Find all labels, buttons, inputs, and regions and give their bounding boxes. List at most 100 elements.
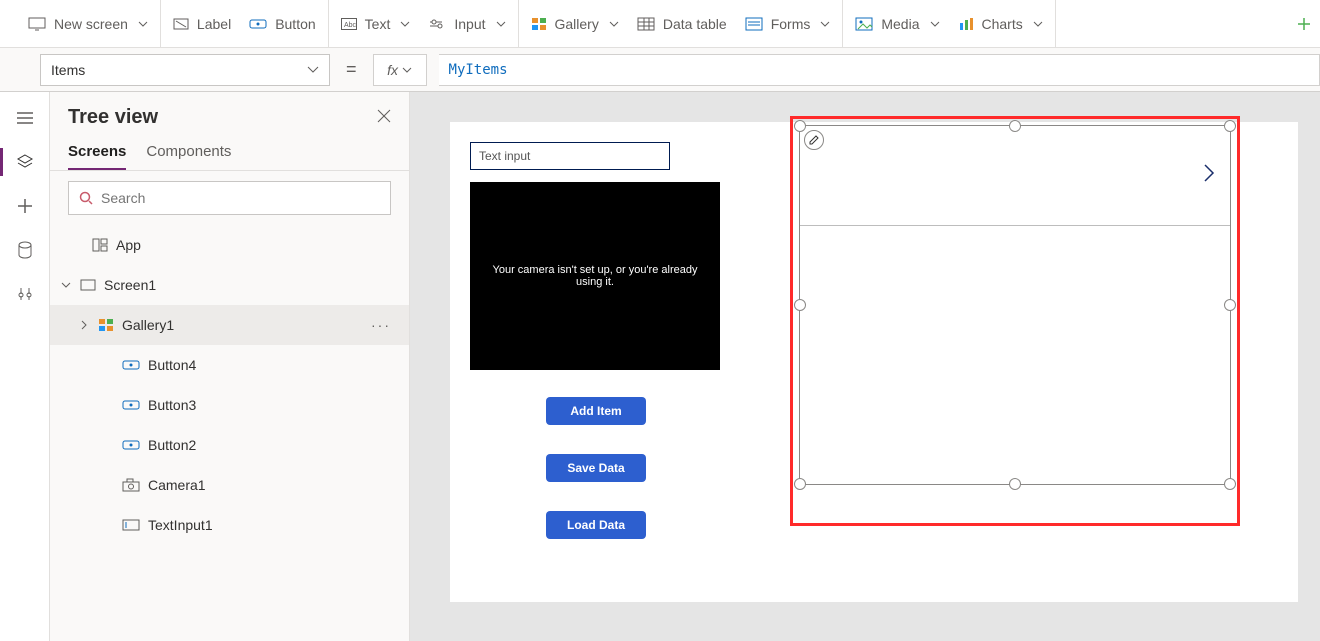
left-rail [0,92,50,641]
chevron-down-icon [307,66,319,74]
chevron-down-icon [609,21,619,27]
chevron-down-icon [60,279,72,291]
insert-media-label: Media [881,16,919,32]
tab-components-label: Components [146,143,231,160]
gallery-icon [98,318,114,332]
table-icon [637,17,655,31]
charts-icon [958,17,974,31]
rail-data-button[interactable] [5,230,45,270]
canvas-button-add-item[interactable]: Add Item [546,397,646,425]
new-screen-menu[interactable]: New screen [28,16,148,32]
insert-media-menu[interactable]: Media [855,16,939,32]
equals-sign: = [342,59,361,80]
hamburger-icon [16,111,34,125]
button-icon [122,359,140,371]
resize-handle-bm[interactable] [1009,478,1021,490]
canvas-gallery1[interactable] [799,125,1231,485]
fx-icon: fx [387,62,398,78]
chevron-down-icon [138,21,148,27]
formula-bar: Items = fx [0,48,1320,92]
gallery-template-item[interactable] [800,126,1230,226]
plus-icon [17,198,33,214]
resize-handle-ml[interactable] [794,299,806,311]
tree-node-button4-label: Button4 [148,357,196,373]
chevron-down-icon [820,21,830,27]
tree-node-button2[interactable]: Button2 [50,425,409,465]
forms-icon [745,17,763,31]
tree-node-button4[interactable]: Button4 [50,345,409,385]
property-select[interactable]: Items [40,54,330,86]
textinput-icon [122,519,140,531]
insert-input-menu[interactable]: Input [428,16,505,32]
search-icon [79,191,93,205]
resize-handle-br[interactable] [1224,478,1236,490]
tree-close-button[interactable] [377,109,391,126]
rail-insert-button[interactable] [5,186,45,226]
button-icon [249,17,267,31]
resize-handle-mr[interactable] [1224,299,1236,311]
tree-node-camera1[interactable]: Camera1 [50,465,409,505]
tree-search-input[interactable] [101,190,380,206]
tab-components[interactable]: Components [146,137,231,170]
fx-button[interactable]: fx [373,54,427,86]
tree-node-gallery1[interactable]: Gallery1 ··· [50,305,409,345]
formula-input[interactable] [439,54,1320,86]
tree-view-title: Tree view [68,106,158,129]
canvas-area: Text input Your camera isn't set up, or … [410,92,1320,641]
rail-hamburger-button[interactable] [5,98,45,138]
insert-label-text: Label [197,16,231,32]
insert-gallery-label: Gallery [555,16,599,32]
resize-handle-tl[interactable] [794,120,806,132]
tab-screens[interactable]: Screens [68,137,126,170]
tree-node-button2-label: Button2 [148,437,196,453]
canvas-textinput1[interactable]: Text input [470,142,670,170]
chevron-right-icon [78,319,90,331]
chevron-down-icon [496,21,506,27]
text-icon: Abc [341,18,357,30]
canvas-button-save-data[interactable]: Save Data [546,454,646,482]
rail-treeview-button[interactable] [5,142,45,182]
screen-icon [28,17,46,31]
resize-handle-tm[interactable] [1009,120,1021,132]
insert-button-button[interactable]: Button [249,16,315,32]
resize-handle-tr[interactable] [1224,120,1236,132]
screen-icon [80,279,96,291]
button-icon [122,439,140,451]
insert-gallery-menu[interactable]: Gallery [531,16,619,32]
insert-datatable-button[interactable]: Data table [637,16,727,32]
canvas-camera1[interactable]: Your camera isn't set up, or you're alre… [470,182,720,370]
tree-node-app-label: App [116,237,141,253]
tree-node-textinput1[interactable]: TextInput1 [50,505,409,545]
tree-node-button3-label: Button3 [148,397,196,413]
insert-input-label: Input [454,16,485,32]
close-icon [377,109,391,123]
button-icon [122,399,140,411]
chevron-right-icon [1202,163,1216,189]
layers-icon [16,153,34,171]
tree-node-app[interactable]: App [50,225,409,265]
database-icon [17,241,33,259]
insert-forms-menu[interactable]: Forms [745,16,831,32]
insert-label-button[interactable]: Label [173,16,231,32]
plus-icon [1296,16,1312,32]
insert-text-label: Text [365,16,391,32]
screen-surface[interactable]: Text input Your camera isn't set up, or … [450,122,1298,602]
tree-node-screen1[interactable]: Screen1 [50,265,409,305]
rail-tools-button[interactable] [5,274,45,314]
tree-node-more-button[interactable]: ··· [371,317,391,333]
chevron-down-icon [930,21,940,27]
canvas-gallery1-selection[interactable] [790,116,1240,526]
resize-handle-bl[interactable] [794,478,806,490]
insert-text-menu[interactable]: Abc Text [341,16,411,32]
insert-forms-label: Forms [771,16,811,32]
chevron-down-icon [400,21,410,27]
toolbar-overflow-button[interactable] [1296,16,1312,32]
insert-charts-menu[interactable]: Charts [958,16,1043,32]
gallery-icon [531,17,547,31]
insert-button-text: Button [275,16,315,32]
label-icon [173,17,189,31]
canvas-button-load-data[interactable]: Load Data [546,511,646,539]
tree-node-button3[interactable]: Button3 [50,385,409,425]
camera-icon [122,478,140,492]
tree-search-box[interactable] [68,181,391,215]
